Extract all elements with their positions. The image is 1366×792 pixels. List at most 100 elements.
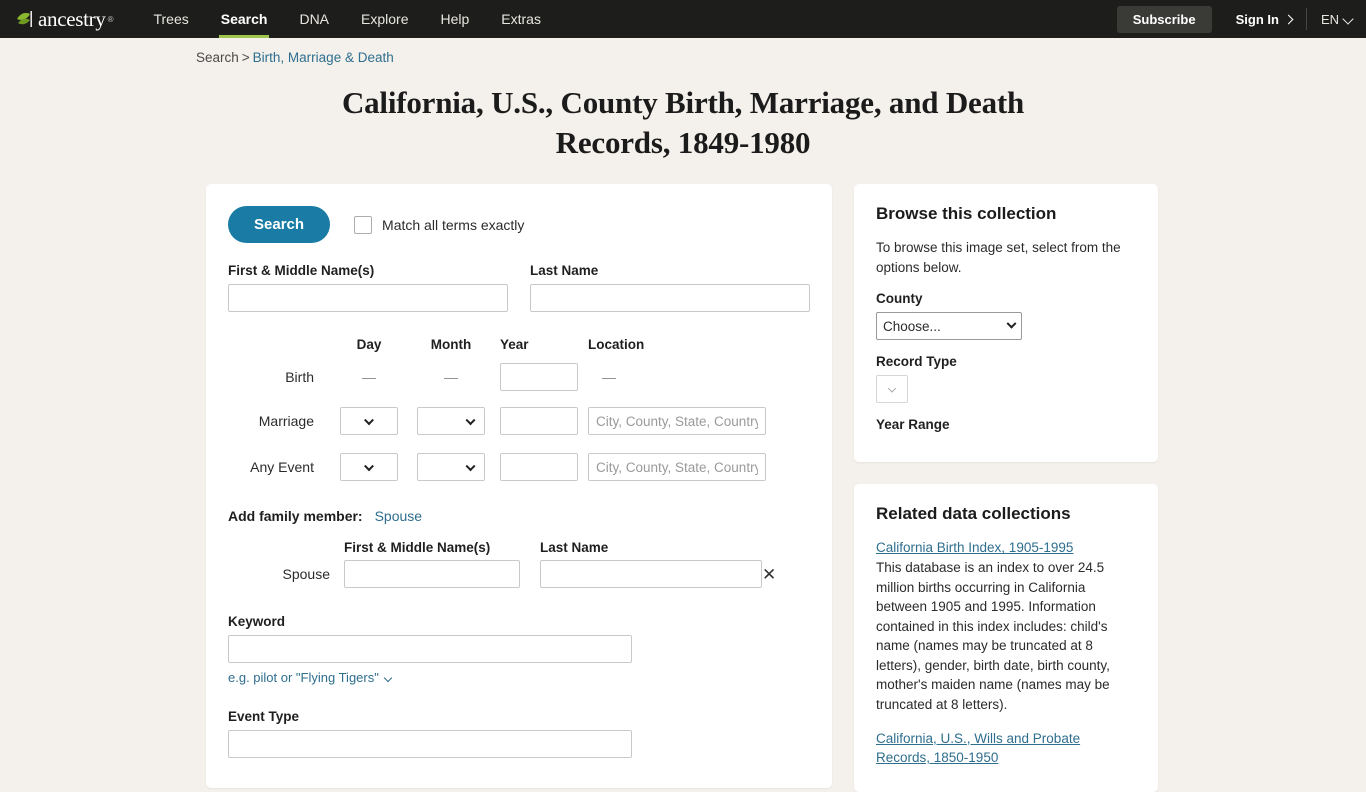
search-button[interactable]: Search [228,206,331,244]
chevron-down-icon [465,461,476,472]
last-name-label: Last Name [530,263,599,279]
browse-collection-card: Browse this collection To browse this im… [854,184,1158,463]
column-header-year: Year [500,336,529,352]
page-title: California, U.S., County Birth, Marriage… [341,85,1025,160]
spouse-first-name-input[interactable] [344,560,520,589]
nav-item-dna[interactable]: DNA [283,0,345,38]
event-label-marriage: Marriage [258,413,314,430]
page-body: Search Match all terms exactly First & M… [0,162,1366,792]
logo-wordmark: ancestry [38,6,106,31]
birth-year-input[interactable] [500,363,578,392]
any-event-day-select[interactable] [340,453,398,482]
sign-in-label: Sign In [1235,11,1279,27]
family-column-last-name: Last Name [540,540,609,556]
search-form-card: Search Match all terms exactly First & M… [206,184,832,789]
last-name-input[interactable] [530,284,810,313]
breadcrumb-separator: > [241,50,250,65]
leaf-icon [14,8,36,30]
nav-item-explore[interactable]: Explore [345,0,424,38]
keyword-hint-label: e.g. pilot or "Flying Tigers" [228,670,379,686]
sign-in-button[interactable]: Sign In [1222,8,1307,30]
birth-day-placeholder: — [362,369,376,386]
family-column-first-name: First & Middle Name(s) [344,540,491,556]
column-header-day: Day [356,336,382,352]
keyword-group: Keyword e.g. pilot or "Flying Tigers" [228,614,632,685]
record-type-label: Record Type [876,354,957,370]
breadcrumb: Search > Birth, Marriage & Death [0,38,1366,65]
nav-item-extras[interactable]: Extras [485,0,557,38]
related-heading: Related data collections [876,504,1071,524]
nav-item-search[interactable]: Search [205,0,284,38]
remove-spouse-button[interactable]: ✕ [752,566,810,583]
event-type-group: Event Type [228,709,632,759]
chevron-down-icon [383,673,393,683]
event-row-marriage: Marriage [228,398,810,444]
chevron-down-icon [364,415,374,426]
top-navigation-bar: ancestry ® Trees Search DNA Explore Help… [0,0,1366,38]
match-exact-toggle[interactable]: Match all terms exactly [354,215,525,234]
ancestry-logo[interactable]: ancestry ® [14,8,113,30]
event-grid: Day Month Year Location Birth — — — Marr… [228,332,810,490]
chevron-down-icon [1006,318,1017,329]
breadcrumb-search[interactable]: Search [196,50,239,65]
family-row-label-spouse: Spouse [282,566,330,583]
name-fields-row: First & Middle Name(s) Last Name [228,263,810,313]
chevron-down-icon [364,461,374,472]
marriage-year-input[interactable] [500,407,578,436]
search-actions-row: Search Match all terms exactly [228,206,810,244]
match-exact-checkbox[interactable] [354,215,373,234]
county-select[interactable]: Choose... [876,312,1022,341]
language-label: EN [1320,11,1339,27]
column-header-location: Location [588,336,645,352]
add-family-member-label: Add family member: [228,508,363,525]
keyword-input[interactable] [228,635,632,664]
event-row-any-event: Any Event [228,444,810,490]
column-header-month: Month [430,336,472,352]
language-selector[interactable]: EN [1307,11,1354,27]
event-label-birth: Birth [285,369,314,386]
chevron-down-icon [1342,13,1354,25]
primary-nav-links: Trees Search DNA Explore Help Extras [137,0,557,38]
breadcrumb-current[interactable]: Birth, Marriage & Death [253,50,394,65]
marriage-month-select[interactable] [417,407,485,436]
any-event-location-input[interactable] [588,453,766,482]
add-spouse-link[interactable]: Spouse [375,508,422,524]
browse-heading: Browse this collection [876,204,1057,224]
last-name-group: Last Name [530,263,810,313]
marriage-day-select[interactable] [340,407,398,436]
keyword-hint-toggle[interactable]: e.g. pilot or "Flying Tigers" [228,670,632,685]
add-family-member-row: Add family member: Spouse [228,508,810,524]
related-collections-card: Related data collections California Birt… [854,484,1158,792]
chevron-right-icon [1283,14,1294,24]
logo-trademark: ® [107,14,114,24]
event-grid-header: Day Month Year Location [228,332,810,356]
record-type-select[interactable] [876,375,908,404]
event-row-birth: Birth — — — [228,356,810,398]
first-name-label: First & Middle Name(s) [228,263,375,279]
keyword-label: Keyword [228,614,286,630]
match-exact-label: Match all terms exactly [382,216,525,233]
chevron-down-icon [887,384,897,394]
browse-intro-text: To browse this image set, select from th… [876,240,1121,275]
family-row-spouse: Spouse ✕ [228,560,810,589]
sidebar: Browse this collection To browse this im… [854,184,1158,792]
any-event-year-input[interactable] [500,453,578,482]
year-range-label: Year Range [876,417,950,433]
subscribe-button[interactable]: Subscribe [1116,5,1212,33]
marriage-location-input[interactable] [588,407,766,436]
nav-item-help[interactable]: Help [424,0,485,38]
county-select-value: Choose... [883,318,941,334]
any-event-month-select[interactable] [417,453,485,482]
county-label: County [876,291,923,307]
nav-item-trees[interactable]: Trees [137,0,204,38]
related-link-california-birth-index[interactable]: California Birth Index, 1905-1995 [876,538,1136,558]
first-name-input[interactable] [228,284,508,313]
nav-right-actions: Subscribe Sign In EN [1116,0,1354,38]
event-type-label: Event Type [228,709,300,725]
related-link-california-wills-probate[interactable]: California, U.S., Wills and Probate Reco… [876,729,1136,768]
chevron-down-icon [465,415,476,426]
event-type-input[interactable] [228,730,632,759]
event-label-any-event: Any Event [250,459,314,476]
first-name-group: First & Middle Name(s) [228,263,508,313]
spouse-last-name-input[interactable] [540,560,762,589]
